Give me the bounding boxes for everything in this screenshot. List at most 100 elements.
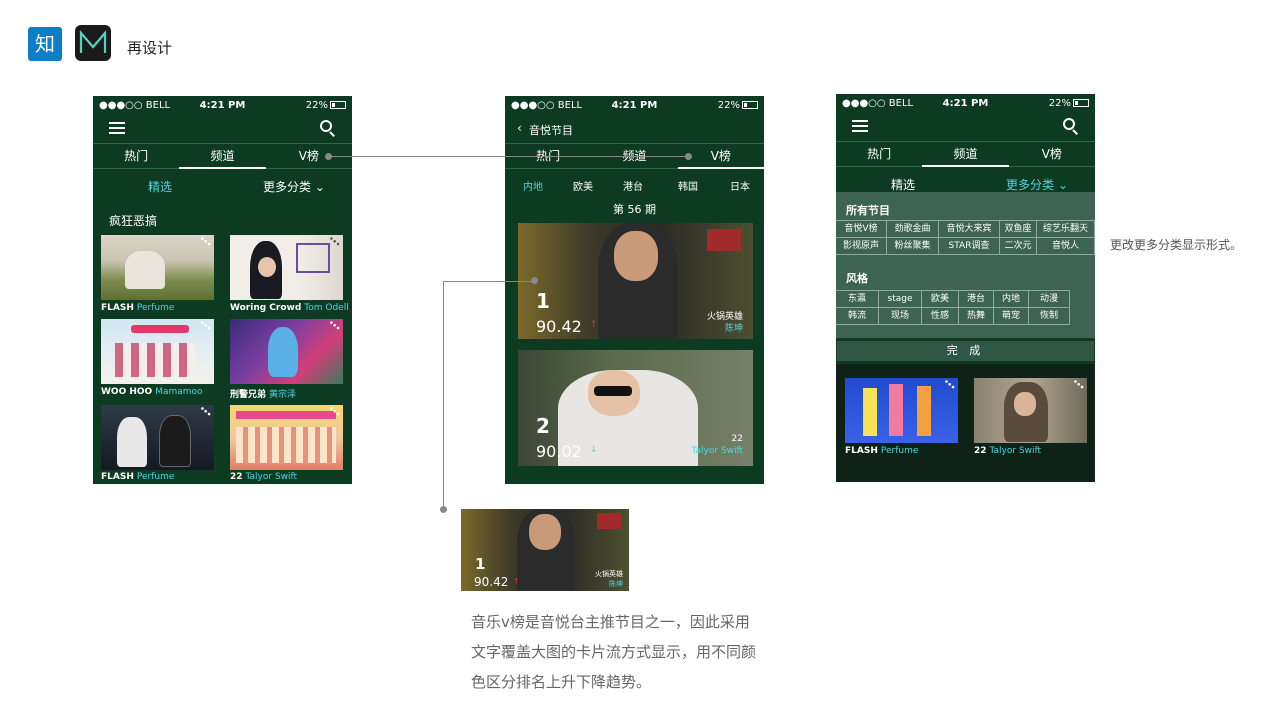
rank-number: 2 <box>536 414 550 438</box>
video-caption: FLASH Perfume <box>845 446 919 456</box>
battery-icon <box>742 101 758 109</box>
issue-label: 第 56 期 <box>613 203 656 216</box>
region-hktw[interactable]: 港台 <box>623 178 643 193</box>
category-item[interactable]: 双鱼座 <box>1000 221 1037 238</box>
style-item[interactable]: 萌宠 <box>994 308 1029 325</box>
category-item[interactable]: 二次元 <box>1000 238 1037 255</box>
category-item[interactable]: 音悦人 <box>1037 238 1095 255</box>
video-thumb[interactable]: ••• <box>974 378 1087 443</box>
video-thumb[interactable]: ••• <box>101 405 214 470</box>
style-item[interactable]: 恢制 <box>1029 308 1070 325</box>
phone-more-categories: ●●●○○ BELL 4:21 PM 22% 热门 频道 V榜 精选 更多分类 … <box>836 94 1095 482</box>
tab-channels[interactable]: 频道 <box>179 144 266 169</box>
connector-line <box>329 156 689 157</box>
style-item[interactable]: 内地 <box>994 291 1029 308</box>
tab-bar: 热门 频道 V榜 <box>93 143 352 169</box>
video-thumb[interactable]: ••• <box>230 319 343 384</box>
style-item[interactable]: 性感 <box>922 308 959 325</box>
more-categories-button[interactable]: 更多分类 ⌄ <box>1006 176 1068 193</box>
rank-number: 1 <box>536 289 550 313</box>
more-icon[interactable]: ••• <box>940 378 956 393</box>
region-japan[interactable]: 日本 <box>730 178 750 193</box>
battery-icon <box>1073 99 1089 107</box>
filter-featured[interactable]: 精选 <box>148 178 172 195</box>
tab-channels[interactable]: 频道 <box>922 142 1009 167</box>
chevron-down-icon: ⌄ <box>314 180 325 194</box>
region-mainland[interactable]: 内地 <box>523 178 543 193</box>
more-icon[interactable]: ••• <box>1069 378 1085 393</box>
more-categories-button[interactable]: 更多分类 ⌄ <box>263 178 325 195</box>
connector-dot <box>440 506 447 513</box>
done-button[interactable]: 完 成 <box>836 340 1095 362</box>
category-item[interactable]: 综艺乐翻天 <box>1037 221 1095 238</box>
tab-hot[interactable]: 热门 <box>93 144 179 168</box>
style-heading: 风格 <box>846 272 868 285</box>
card-artist: Talyor Swift <box>691 446 743 456</box>
style-item[interactable]: 韩流 <box>836 308 879 325</box>
trend-up-icon: ↑ <box>513 577 520 586</box>
more-icon[interactable]: ••• <box>196 319 212 334</box>
tab-hot[interactable]: 热门 <box>836 142 922 166</box>
style-item[interactable]: 动漫 <box>1029 291 1070 308</box>
style-item[interactable]: 热舞 <box>959 308 994 325</box>
style-item[interactable]: 港台 <box>959 291 994 308</box>
back-icon[interactable]: ‹ <box>517 121 522 135</box>
m-logo-icon <box>75 25 111 61</box>
battery-icon <box>330 101 346 109</box>
status-bar: ●●●○○ BELL 4:21 PM 22% <box>505 96 764 116</box>
status-bar: ●●●○○ BELL 4:21 PM 22% <box>836 94 1095 114</box>
all-programs-heading: 所有节目 <box>846 204 890 217</box>
card-title: 火锅英雄 <box>595 570 623 578</box>
trend-down-icon: ↓ <box>590 445 598 455</box>
tab-vchart[interactable]: V榜 <box>1009 142 1095 166</box>
video-thumb[interactable]: ••• <box>101 235 214 300</box>
zoomed-chart-card: 1 90.42 ↑ 火锅英雄 陈坤 <box>461 509 629 591</box>
tab-bar: 热门 频道 V榜 <box>836 141 1095 167</box>
chevron-down-icon: ⌄ <box>1057 178 1068 192</box>
category-item[interactable]: 劲歌金曲 <box>887 221 939 238</box>
category-item[interactable]: STAR调查 <box>939 238 1000 255</box>
zhihu-logo-icon: 知 <box>28 27 62 61</box>
score: 90.42 <box>536 317 582 336</box>
more-icon[interactable]: ••• <box>196 405 212 420</box>
section-title: 疯狂恶搞 <box>109 214 158 228</box>
style-item[interactable]: 现场 <box>879 308 922 325</box>
video-caption: Woring Crowd Tom Odell <box>230 303 349 313</box>
chart-card[interactable]: 2 90.02 ↓ 22 Talyor Swift <box>518 350 753 466</box>
phone-vchart: ●●●○○ BELL 4:21 PM 22% ‹ 音悦节目 热门 频道 V榜 内… <box>505 96 764 484</box>
menu-icon[interactable] <box>852 120 868 132</box>
style-grid: 东瀛 stage 欧美 港台 内地 动漫 韩流 现场 性感 热舞 萌宠 恢制 <box>836 290 1070 325</box>
card-artist: 陈坤 <box>724 324 743 334</box>
filter-featured[interactable]: 精选 <box>891 176 915 193</box>
category-panel: 所有节目 音悦V榜 劲歌金曲 音悦大来宾 双鱼座 综艺乐翻天 影视原声 粉丝聚集… <box>836 192 1095 338</box>
nav-bar: ‹ 音悦节目 <box>505 116 764 142</box>
nav-title: 音悦节目 <box>529 124 573 137</box>
style-item[interactable]: 东瀛 <box>836 291 879 308</box>
category-item[interactable]: 音悦V榜 <box>836 221 887 238</box>
category-item[interactable]: 音悦大来宾 <box>939 221 1000 238</box>
region-western[interactable]: 欧美 <box>573 178 593 193</box>
more-icon[interactable]: ••• <box>196 235 212 250</box>
chart-card[interactable]: 1 90.42 ↑ 火锅英雄 陈坤 <box>518 223 753 339</box>
style-item[interactable]: 欧美 <box>922 291 959 308</box>
category-item[interactable]: 影视原声 <box>836 238 887 255</box>
category-item[interactable]: 粉丝聚集 <box>887 238 939 255</box>
score: 90.02 <box>536 442 582 461</box>
video-caption: FLASH Perfume <box>101 472 175 482</box>
connector-line <box>443 281 535 282</box>
region-korea[interactable]: 韩国 <box>678 178 698 193</box>
video-thumb[interactable]: ••• <box>230 235 343 300</box>
video-thumb[interactable]: ••• <box>845 378 958 443</box>
search-icon[interactable] <box>1063 118 1079 135</box>
page-title: 再设计 <box>127 39 173 57</box>
connector-line <box>443 281 444 510</box>
video-caption: 刑警兄弟 黄宗泽 <box>230 390 297 400</box>
video-thumb[interactable]: ••• <box>230 405 343 470</box>
style-item[interactable]: stage <box>879 291 922 308</box>
search-icon[interactable] <box>320 120 336 137</box>
phone-channels: ●●●○○ BELL 4:21 PM 22% 热门 频道 V榜 精选 更多分类 … <box>93 96 352 484</box>
nav-bar <box>836 114 1095 140</box>
menu-icon[interactable] <box>109 122 125 134</box>
video-thumb[interactable]: ••• <box>101 319 214 384</box>
more-icon[interactable]: ••• <box>325 319 341 334</box>
